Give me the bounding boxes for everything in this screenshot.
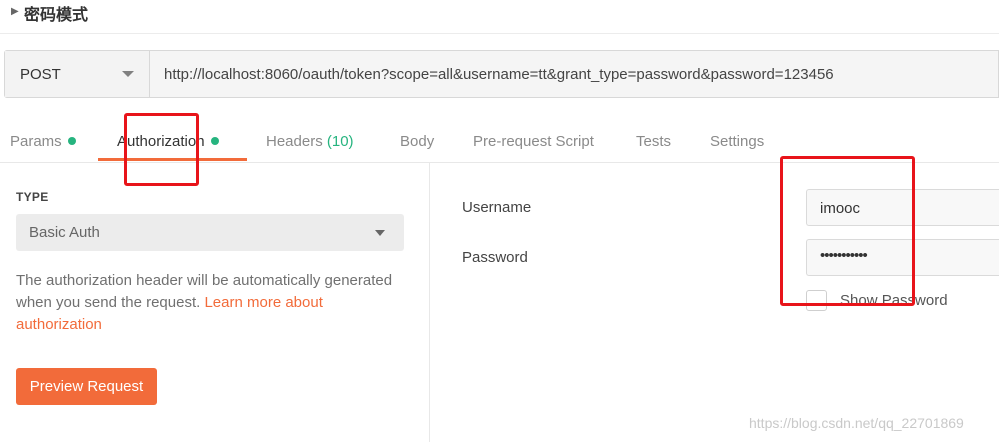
tab-headers[interactable]: Headers (10) bbox=[266, 133, 354, 150]
headers-count: (10) bbox=[326, 133, 354, 150]
tab-tests[interactable]: Tests bbox=[636, 133, 671, 150]
auth-type-value: Basic Auth bbox=[29, 224, 100, 241]
status-dot-icon bbox=[67, 137, 76, 145]
annotation-box-authorization bbox=[124, 113, 199, 186]
tab-headers-label: Headers bbox=[266, 133, 323, 150]
url-input[interactable]: http://localhost:8060/oauth/token?scope=… bbox=[164, 66, 834, 83]
tab-settings[interactable]: Settings bbox=[710, 133, 764, 150]
section-header[interactable]: ▶ 密码模式 bbox=[0, 0, 999, 34]
expand-caret-icon[interactable]: ▶ bbox=[11, 6, 19, 17]
watermark: https://blog.csdn.net/qq_22701869 bbox=[749, 415, 964, 431]
chevron-down-icon bbox=[375, 230, 385, 236]
auth-type-panel: TYPE Basic Auth The authorization header… bbox=[0, 163, 430, 442]
method-select[interactable]: POST bbox=[5, 51, 150, 97]
tab-params-label: Params bbox=[10, 133, 62, 150]
username-label: Username bbox=[462, 199, 532, 216]
auth-description: The authorization header will be automat… bbox=[16, 270, 396, 336]
section-title: 密码模式 bbox=[24, 5, 89, 24]
preview-request-button[interactable]: Preview Request bbox=[16, 368, 157, 405]
password-label: Password bbox=[462, 249, 528, 266]
tab-params[interactable]: Params bbox=[10, 133, 76, 150]
tab-pre-request-script[interactable]: Pre-request Script bbox=[473, 133, 594, 150]
type-label: TYPE bbox=[16, 190, 49, 204]
tab-body[interactable]: Body bbox=[400, 133, 434, 150]
request-bar: POST http://localhost:8060/oauth/token?s… bbox=[4, 50, 999, 98]
auth-type-select[interactable]: Basic Auth bbox=[16, 214, 404, 251]
chevron-down-icon bbox=[122, 71, 134, 77]
status-dot-icon bbox=[210, 137, 219, 145]
annotation-box-credentials bbox=[780, 156, 915, 306]
method-value: POST bbox=[20, 66, 61, 83]
